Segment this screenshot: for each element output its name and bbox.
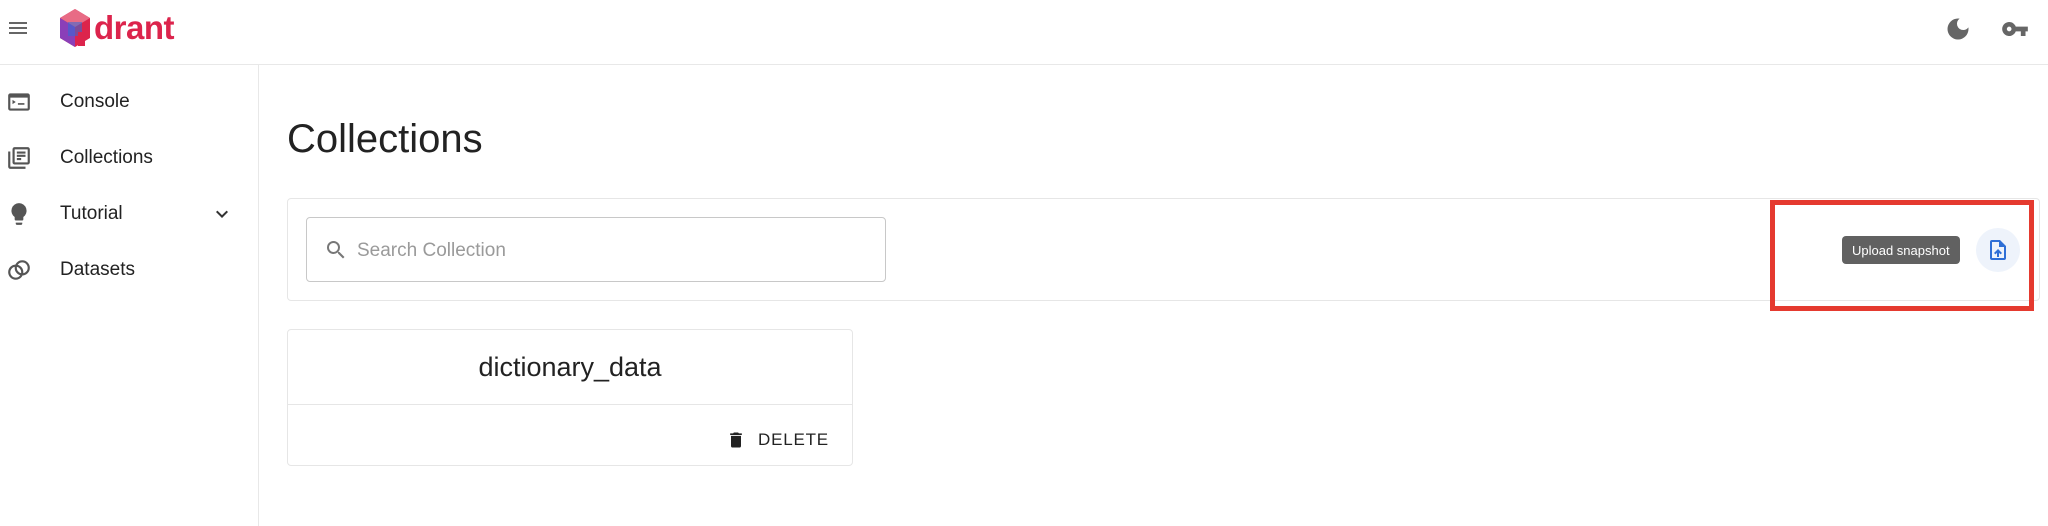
search-field[interactable] (306, 217, 886, 283)
dark-mode-icon[interactable] (1944, 15, 1972, 43)
sidebar: Console Collections Tutorial Datasets (0, 65, 259, 526)
sidebar-item-label: Datasets (60, 259, 135, 280)
app-logo[interactable]: drant (58, 8, 175, 48)
sidebar-item-collections[interactable]: Collections (0, 133, 258, 183)
search-icon (324, 238, 348, 262)
sidebar-item-console[interactable]: Console (0, 77, 258, 127)
search-input[interactable] (355, 218, 879, 283)
card-divider (288, 404, 852, 405)
sidebar-item-label: Console (60, 91, 130, 112)
delete-button[interactable]: DELETE (726, 422, 829, 458)
lightbulb-icon (6, 201, 32, 227)
sidebar-item-datasets[interactable]: Datasets (0, 245, 258, 295)
chevron-down-icon[interactable] (210, 202, 234, 226)
upload-file-icon (1990, 240, 2006, 260)
top-app-bar: drant (0, 0, 2048, 65)
console-icon (6, 89, 32, 115)
collections-icon (6, 145, 32, 171)
delete-label: DELETE (758, 430, 829, 449)
page-title: Collections (287, 117, 483, 161)
collection-card: dictionary_data DELETE (287, 329, 853, 466)
collection-name[interactable]: dictionary_data (288, 330, 852, 404)
upload-snapshot-button[interactable] (1976, 228, 2020, 272)
qdrant-logo-icon (60, 9, 90, 47)
upload-snapshot-tooltip: Upload snapshot (1842, 236, 1960, 264)
sidebar-item-label: Tutorial (60, 203, 123, 224)
trash-icon (730, 432, 742, 448)
logo-text: drant (94, 9, 175, 46)
sidebar-item-tutorial[interactable]: Tutorial (0, 189, 258, 239)
menu-icon[interactable] (6, 16, 30, 40)
key-icon[interactable] (2000, 15, 2030, 43)
datasets-icon (6, 257, 32, 283)
sidebar-item-label: Collections (60, 147, 153, 168)
